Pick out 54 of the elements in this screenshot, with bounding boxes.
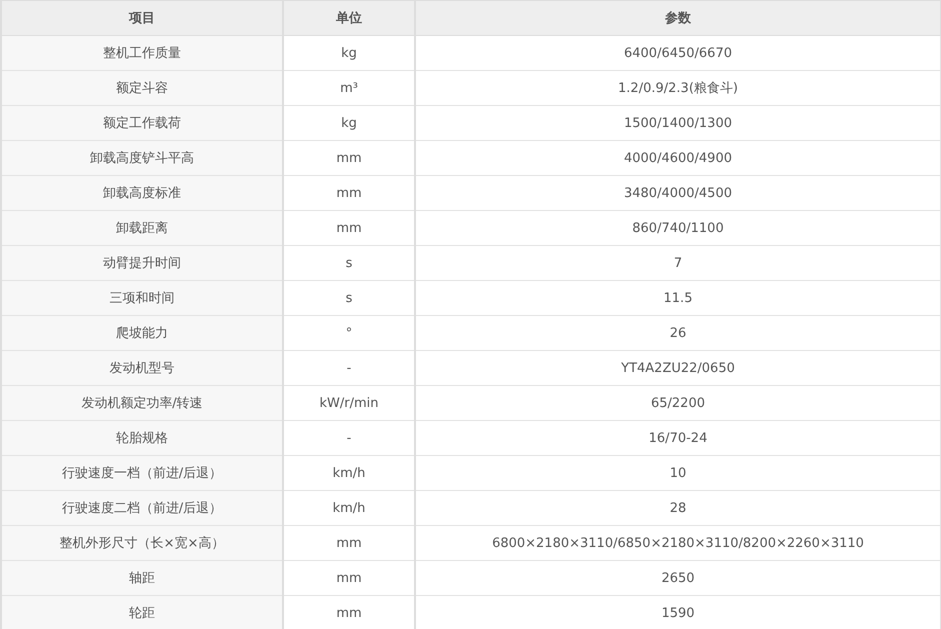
item-cell: 发动机型号: [1, 350, 283, 386]
value-cell: 28: [415, 490, 940, 526]
item-cell: 轮胎规格: [1, 420, 283, 456]
item-cell: 额定斗容: [1, 70, 283, 106]
unit-cell: °: [283, 316, 415, 350]
value-cell: 65/2200: [415, 386, 940, 420]
item-cell: 整机工作质量: [1, 36, 283, 70]
unit-cell: mm: [283, 140, 415, 176]
value-cell: 26: [415, 316, 940, 350]
unit-cell: mm: [283, 596, 415, 629]
item-cell: 发动机额定功率/转速: [1, 386, 283, 420]
value-cell: 6400/6450/6670: [415, 36, 940, 70]
value-cell: 4000/4600/4900: [415, 140, 940, 176]
unit-cell: -: [283, 350, 415, 386]
item-cell: 卸载高度铲斗平高: [1, 140, 283, 176]
unit-cell: mm: [283, 560, 415, 596]
item-cell: 三项和时间: [1, 280, 283, 316]
value-cell: 3480/4000/4500: [415, 176, 940, 210]
unit-cell: s: [283, 246, 415, 280]
unit-cell: km/h: [283, 456, 415, 490]
unit-cell: mm: [283, 176, 415, 210]
value-cell: 16/70-24: [415, 420, 940, 456]
unit-cell: s: [283, 280, 415, 316]
unit-cell: m³: [283, 70, 415, 106]
unit-cell: mm: [283, 210, 415, 246]
column-header: 参数: [415, 0, 940, 36]
column-header: 单位: [283, 0, 415, 36]
value-cell: 10: [415, 456, 940, 490]
item-cell: 爬坡能力: [1, 316, 283, 350]
value-cell: YT4A2ZU22/0650: [415, 350, 940, 386]
item-cell: 行驶速度二档（前进/后退）: [1, 490, 283, 526]
unit-cell: kg: [283, 106, 415, 140]
value-cell: 11.5: [415, 280, 940, 316]
item-cell: 卸载距离: [1, 210, 283, 246]
value-cell: 1.2/0.9/2.3(粮食斗): [415, 70, 940, 106]
unit-cell: kW/r/min: [283, 386, 415, 420]
item-cell: 轮距: [1, 596, 283, 629]
unit-cell: -: [283, 420, 415, 456]
unit-cell: mm: [283, 526, 415, 560]
item-cell: 卸载高度标准: [1, 176, 283, 210]
value-cell: 1590: [415, 596, 940, 629]
item-cell: 额定工作载荷: [1, 106, 283, 140]
column-header: 项目: [1, 0, 283, 36]
item-cell: 轴距: [1, 560, 283, 596]
item-cell: 整机外形尺寸（长×宽×高）: [1, 526, 283, 560]
item-cell: 行驶速度一档（前进/后退）: [1, 456, 283, 490]
item-cell: 动臂提升时间: [1, 246, 283, 280]
unit-cell: km/h: [283, 490, 415, 526]
value-cell: 6800×2180×3110/6850×2180×3110/8200×2260×3110: [415, 526, 940, 560]
unit-cell: kg: [283, 36, 415, 70]
value-cell: 7: [415, 246, 940, 280]
value-cell: 860/740/1100: [415, 210, 940, 246]
value-cell: 2650: [415, 560, 940, 596]
value-cell: 1500/1400/1300: [415, 106, 940, 140]
